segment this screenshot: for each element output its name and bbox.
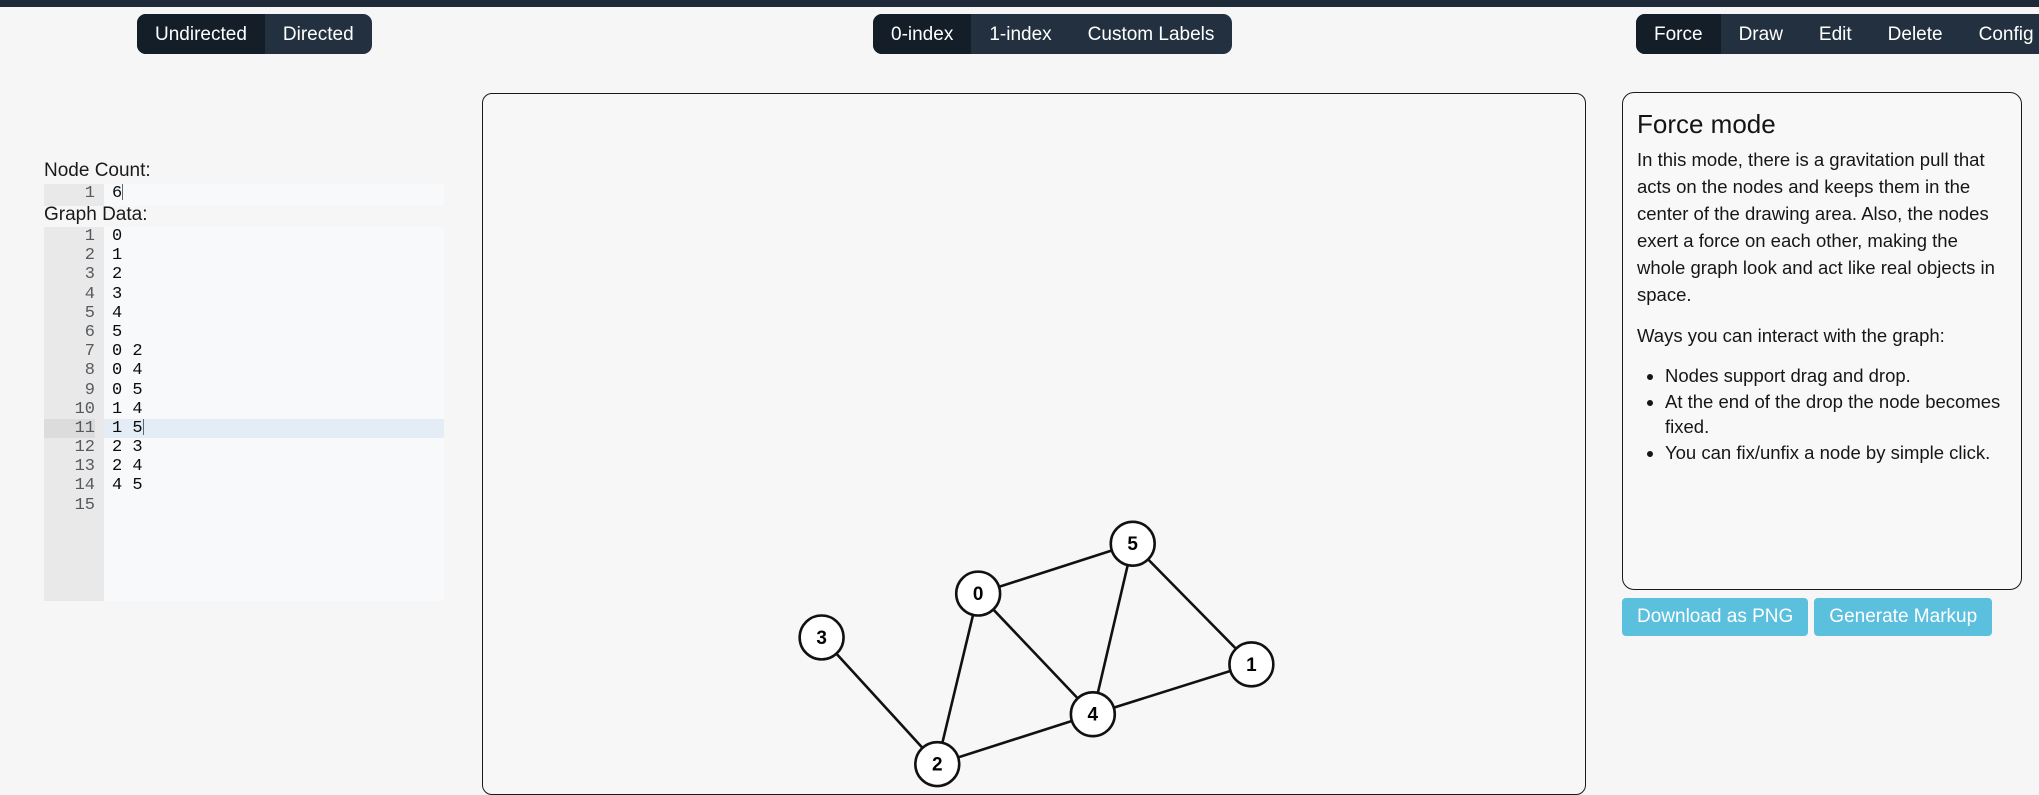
mode-option-draw[interactable]: Draw	[1721, 14, 1801, 54]
graph-data-line-number: 1	[84, 227, 95, 246]
graph-data-line[interactable]: 3	[112, 285, 444, 304]
info-panel-bullet: At the end of the drop the node becomes …	[1665, 389, 2007, 439]
node-count-gutter: 1	[44, 184, 104, 206]
direction-option-directed[interactable]: Directed	[265, 14, 372, 54]
graph-data-line-number: 11	[44, 418, 95, 439]
graph-data-line-number: 10	[74, 399, 95, 419]
graph-edge[interactable]	[936, 593, 980, 765]
graph-data-line[interactable]: 0 4	[112, 361, 444, 380]
node-count-line-number: 1	[84, 184, 95, 203]
graph-data-line[interactable]: 4	[112, 304, 444, 323]
graph-edge[interactable]	[977, 542, 1134, 595]
direction-option-undirected[interactable]: Undirected	[137, 14, 265, 54]
graph-data-line[interactable]: 2 4	[112, 457, 444, 476]
graph-node-label: 2	[932, 755, 943, 776]
graph-drawing[interactable]: 0 1 2 3 4 5	[483, 94, 1585, 794]
graph-data-line[interactable]: 1	[112, 246, 444, 265]
info-panel-bullet: You can fix/unfix a node by simple click…	[1665, 440, 2007, 465]
label-index-toggle-group: 0-index 1-index Custom Labels	[873, 14, 1233, 54]
graph-edge[interactable]	[936, 712, 1094, 766]
graph-data-line[interactable]: 1 4	[112, 400, 444, 419]
node-count-label: Node Count:	[44, 160, 151, 181]
panel-action-buttons: Download as PNG Generate Markup	[1622, 598, 1993, 636]
generate-markup-button[interactable]: Generate Markup	[1814, 598, 1993, 636]
graph-node[interactable]: 2	[914, 740, 961, 788]
graph-edge[interactable]	[1092, 663, 1252, 716]
graph-node[interactable]: 5	[1109, 520, 1156, 567]
graph-edge[interactable]	[977, 592, 1094, 716]
index-option-1-index[interactable]: 1-index	[971, 14, 1069, 54]
graph-data-line[interactable]: 0 2	[112, 342, 444, 361]
graph-data-line-number: 14	[74, 476, 95, 496]
graph-edge[interactable]	[1091, 543, 1134, 715]
navbar-accent-strip	[0, 0, 2039, 7]
graph-data-line-number: 13	[74, 457, 95, 477]
graph-data-line[interactable]: 0	[112, 227, 444, 246]
graph-data-editor[interactable]: 1 2 3 4 5 6 7 8 9 10 11 12 13 14 15 0123450 20 40 51 4…	[44, 227, 444, 601]
graph-data-line-number: 2	[84, 246, 95, 266]
graph-node-label: 0	[973, 584, 984, 605]
graph-data-line-number: 7	[84, 342, 95, 362]
text-caret	[122, 184, 124, 200]
graph-direction-toggle-group: Undirected Directed	[137, 14, 372, 54]
graph-data-line[interactable]: 4 5	[112, 476, 444, 495]
graph-node-label: 1	[1246, 655, 1257, 676]
text-caret	[142, 418, 144, 435]
index-option-custom-labels[interactable]: Custom Labels	[1070, 14, 1233, 54]
graph-node[interactable]: 4	[1069, 690, 1117, 738]
graph-node-label: 5	[1127, 534, 1138, 555]
graph-data-gutter: 1 2 3 4 5 6 7 8 9 10 11 12 13 14 15	[44, 227, 104, 601]
graph-node[interactable]: 0	[954, 570, 1002, 617]
graph-data-line-number: 8	[84, 361, 95, 381]
graph-node-label: 4	[1088, 705, 1099, 726]
info-panel-title: Force mode	[1637, 109, 1776, 139]
info-panel-bullet: Nodes support drag and drop.	[1665, 363, 2007, 388]
graph-data-line-number: 6	[84, 322, 95, 342]
graph-data-line[interactable]: 1 5	[104, 418, 444, 439]
graph-data-line-number: 15	[74, 495, 95, 515]
graph-data-line-number: 4	[84, 284, 95, 304]
node-count-editor[interactable]: 1 6	[44, 184, 444, 206]
info-panel-paragraph-2: Ways you can interact with the graph:	[1637, 325, 1945, 346]
mode-option-delete[interactable]: Delete	[1870, 14, 1961, 54]
graph-edge[interactable]	[820, 636, 939, 765]
graph-data-line-number: 5	[84, 303, 95, 323]
top-navbar: Undirected Directed 0-index 1-index Cust…	[0, 0, 2039, 71]
graph-data-line[interactable]	[112, 496, 444, 515]
node-count-code-area[interactable]: 6	[104, 184, 444, 206]
graph-edges-layer	[820, 542, 1253, 766]
graph-data-line-number: 12	[74, 438, 95, 458]
mode-info-panel: Force mode In this mode, there is a grav…	[1622, 92, 2022, 590]
mode-option-config[interactable]: Config	[1961, 14, 2039, 54]
info-panel-bullet-list: Nodes support drag and drop.At the end o…	[1637, 363, 2007, 465]
mode-option-edit[interactable]: Edit	[1801, 14, 1870, 54]
download-png-button[interactable]: Download as PNG	[1622, 598, 1809, 636]
node-count-line[interactable]: 6	[112, 184, 444, 203]
graph-data-line[interactable]: 2 3	[112, 438, 444, 457]
graph-data-label: Graph Data:	[44, 204, 148, 225]
graph-data-line-number: 3	[84, 265, 95, 285]
mode-option-force[interactable]: Force	[1636, 14, 1721, 54]
graph-data-line-number: 9	[84, 380, 95, 400]
index-option-0-index[interactable]: 0-index	[873, 14, 972, 54]
graph-data-code-area[interactable]: 0123450 20 40 51 41 52 32 44 5	[104, 227, 444, 601]
graph-edge[interactable]	[1131, 542, 1253, 666]
graph-data-line[interactable]: 5	[112, 323, 444, 342]
graph-node[interactable]: 3	[798, 614, 845, 661]
graph-node[interactable]: 1	[1228, 641, 1275, 688]
left-sidebar: Node Count: 1 6 Graph Data: 1 2 3 4 5 6 7 8 9 10 1…	[0, 71, 470, 795]
graph-data-line[interactable]: 0 5	[112, 381, 444, 400]
info-panel-paragraph-1: In this mode, there is a gravitation pul…	[1637, 149, 1995, 305]
editor-mode-toggle-group: Force Draw Edit Delete Config	[1636, 14, 2039, 54]
graph-canvas-panel[interactable]: 0 1 2 3 4 5	[482, 93, 1586, 795]
graph-node-label: 3	[816, 628, 827, 649]
graph-data-line[interactable]: 2	[112, 265, 444, 284]
